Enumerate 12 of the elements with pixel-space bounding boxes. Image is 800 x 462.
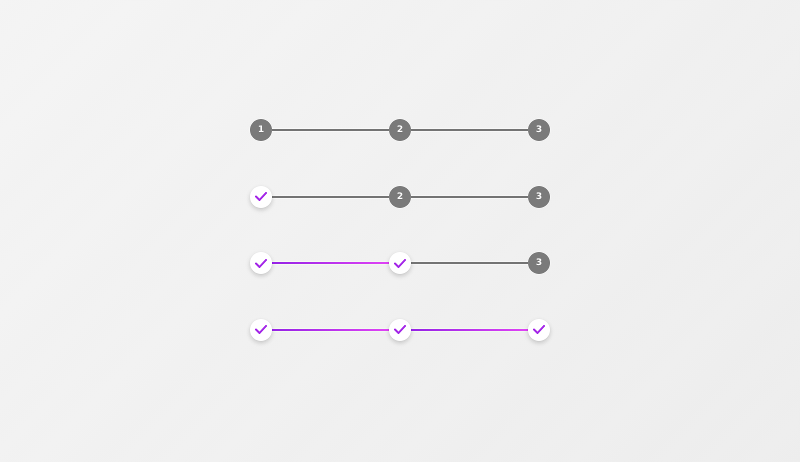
step-indicator: 2 [389,119,411,141]
check-icon [394,325,406,334]
step-indicator: 3 [528,252,550,274]
check-icon [533,325,545,334]
step-indicator: 3 [528,186,550,208]
check-icon [255,192,267,201]
step-indicator: 2 [389,186,411,208]
step-indicator: 3 [528,119,550,141]
step-indicator: 1 [250,119,272,141]
check-icon [255,258,267,268]
check-icon [255,325,267,334]
check-icon [394,258,406,268]
